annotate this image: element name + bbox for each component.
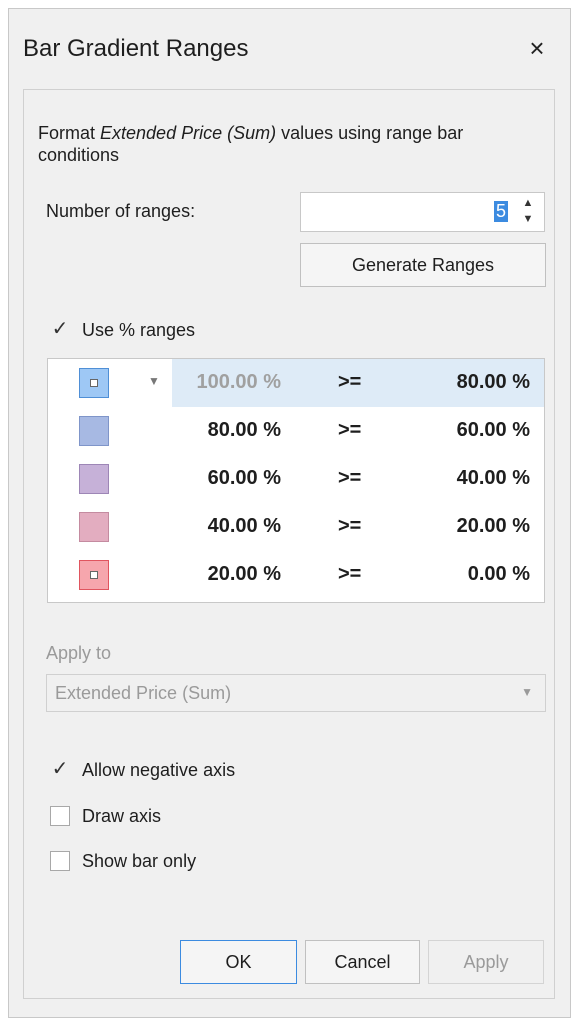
chevron-down-icon: ▼ (521, 685, 533, 699)
range-color-swatch[interactable] (79, 464, 109, 494)
title-bar: Bar Gradient Ranges × (9, 9, 570, 87)
draw-axis-label: Draw axis (82, 806, 162, 826)
show-bar-only-label: Show bar only (82, 851, 197, 871)
dialog-title: Bar Gradient Ranges (23, 35, 249, 62)
range-from-value[interactable]: 20.00 % (173, 563, 281, 586)
chevron-down-icon[interactable]: ▼ (148, 374, 160, 388)
spin-arrows-icon[interactable]: ▲ ▼ (520, 195, 536, 229)
range-color-swatch[interactable] (79, 560, 109, 590)
allow-negative-axis-checkbox[interactable]: ✓ (50, 759, 70, 780)
range-operator[interactable]: >= (338, 419, 361, 442)
cancel-button[interactable]: Cancel (305, 940, 420, 984)
range-color-swatch[interactable] (79, 416, 109, 446)
range-operator[interactable]: >= (338, 371, 361, 394)
range-from-value[interactable]: 40.00 % (173, 515, 281, 538)
number-of-ranges-spinner[interactable]: 5 ▲ ▼ (300, 192, 545, 232)
ok-button[interactable]: OK (180, 940, 297, 984)
number-of-ranges-value[interactable]: 5 (493, 201, 508, 222)
use-percent-ranges-checkbox[interactable]: ✓ (50, 319, 70, 340)
range-from-value[interactable]: 80.00 % (173, 419, 281, 442)
range-to-value[interactable]: 40.00 % (418, 467, 530, 490)
description-field-name: Extended Price (Sum) (100, 123, 277, 143)
show-bar-only-checkbox[interactable] (50, 851, 70, 871)
range-to-value[interactable]: 20.00 % (418, 515, 530, 538)
range-to-value[interactable]: 80.00 % (418, 371, 530, 394)
range-operator[interactable]: >= (338, 515, 361, 538)
description-text: Format Extended Price (Sum) values using… (38, 122, 538, 166)
description-prefix: Format (38, 123, 101, 143)
range-color-swatch[interactable] (79, 368, 109, 398)
generate-ranges-button[interactable]: Generate Ranges (300, 243, 546, 287)
range-from-value[interactable]: 60.00 % (173, 467, 281, 490)
apply-to-value: Extended Price (Sum) (55, 683, 232, 703)
range-row[interactable]: 20.00 % >= 0.00 % (48, 551, 544, 599)
range-to-value[interactable]: 0.00 % (418, 563, 530, 586)
range-row[interactable]: 60.00 % >= 40.00 % (48, 455, 544, 503)
ranges-grid: ▼ 100.00 % >= 80.00 % 80.00 % >= 60.00 % 60.00 … (47, 358, 545, 603)
range-row[interactable]: ▼ 100.00 % >= 80.00 % (48, 359, 544, 407)
swatch-inner-icon (90, 571, 98, 579)
draw-axis-checkbox[interactable] (50, 806, 70, 826)
range-row[interactable]: 80.00 % >= 60.00 % (48, 407, 544, 455)
swatch-inner-icon (90, 379, 98, 387)
number-of-ranges-label: Number of ranges: (46, 201, 196, 221)
range-to-value[interactable]: 60.00 % (418, 419, 530, 442)
apply-to-label: Apply to (46, 643, 112, 663)
apply-to-combo: Extended Price (Sum) ▼ (46, 674, 546, 712)
range-operator[interactable]: >= (338, 563, 361, 586)
use-percent-ranges-label: Use % ranges (82, 320, 196, 340)
apply-button[interactable]: Apply (428, 940, 544, 984)
range-color-swatch[interactable] (79, 512, 109, 542)
close-icon[interactable]: × (522, 33, 552, 63)
range-row[interactable]: 40.00 % >= 20.00 % (48, 503, 544, 551)
allow-negative-axis-label: Allow negative axis (82, 760, 236, 780)
range-from-value[interactable]: 100.00 % (173, 371, 281, 394)
range-operator[interactable]: >= (338, 467, 361, 490)
